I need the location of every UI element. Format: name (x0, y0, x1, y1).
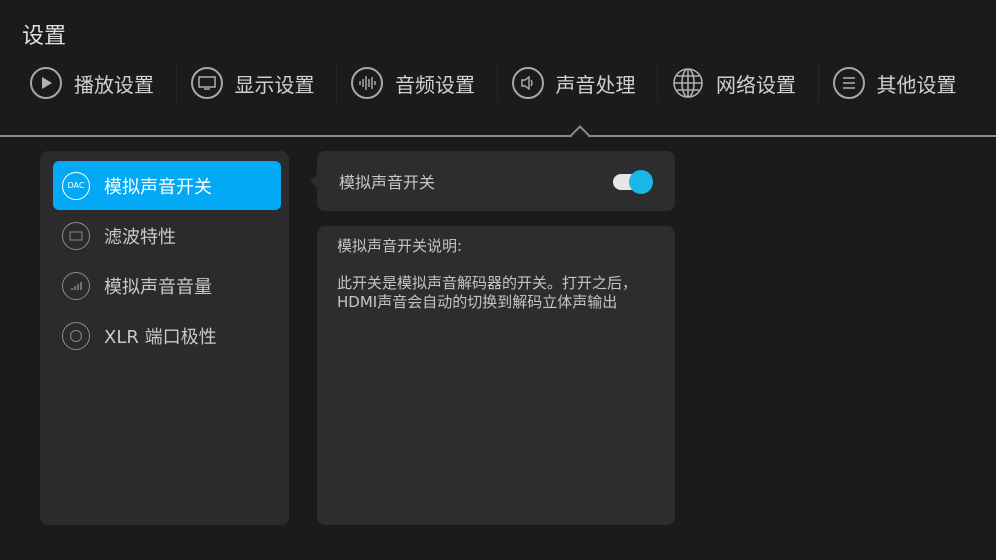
tab-bar: 播放设置 显示设置 音频设置 声音处理 网络设置 其他设置 (0, 60, 996, 106)
sidebar: DAC 模拟声音开关 滤波特性 模拟声音音量 XLR 端口极性 (40, 151, 289, 525)
tab-display[interactable]: 显示设置 (190, 60, 352, 106)
description-panel: 模拟声音开关说明: 此开关是模拟声音解码器的开关。打开之后， HDMI声音会自动… (317, 226, 675, 525)
sidebar-item-xlr-polarity[interactable]: XLR 端口极性 (53, 311, 281, 360)
globe-icon (672, 67, 704, 99)
tab-audio[interactable]: 音频设置 (351, 60, 512, 106)
sidebar-item-label: 模拟声音音量 (104, 276, 212, 298)
filter-icon (62, 221, 90, 250)
page-title: 设置 (22, 24, 67, 49)
menu-icon (832, 67, 865, 99)
tab-sound-processing[interactable]: 声音处理 (511, 60, 673, 106)
sidebar-item-label: 滤波特性 (104, 226, 176, 248)
play-icon (30, 67, 62, 99)
tab-label: 其他设置 (876, 72, 957, 97)
sidebar-item-label: 模拟声音开关 (104, 176, 212, 198)
setting-label: 模拟声音开关 (339, 173, 436, 192)
tab-label: 显示设置 (234, 72, 315, 97)
speaker-icon (511, 67, 544, 99)
description-body: 此开关是模拟声音解码器的开关。打开之后， HDMI声音会自动的切换到解码立体声输… (337, 274, 638, 311)
sidebar-item-filter[interactable]: 滤波特性 (53, 211, 281, 260)
tab-other[interactable]: 其他设置 (832, 60, 994, 106)
audio-wave-icon (351, 67, 383, 99)
tab-label: 音频设置 (395, 72, 475, 97)
toggle-knob (629, 170, 653, 194)
active-tab-indicator (570, 125, 590, 145)
divider (0, 135, 996, 137)
sidebar-item-analog-volume[interactable]: 模拟声音音量 (53, 261, 281, 310)
monitor-icon (190, 67, 223, 99)
analog-switch-setting: 模拟声音开关 (310, 151, 675, 211)
tab-label: 网络设置 (716, 72, 796, 97)
sidebar-item-analog-switch[interactable]: DAC 模拟声音开关 (53, 161, 281, 210)
tab-playback[interactable]: 播放设置 (30, 60, 191, 106)
analog-switch-toggle[interactable] (613, 170, 653, 194)
tab-label: 播放设置 (74, 72, 154, 97)
volume-bars-icon (62, 271, 90, 300)
polarity-icon (62, 321, 90, 350)
sidebar-item-label: XLR 端口极性 (104, 326, 217, 348)
tab-label: 声音处理 (555, 72, 636, 97)
tab-network[interactable]: 网络设置 (672, 60, 833, 106)
dac-icon: DAC (62, 171, 90, 200)
description-title: 模拟声音开关说明: (337, 237, 463, 255)
